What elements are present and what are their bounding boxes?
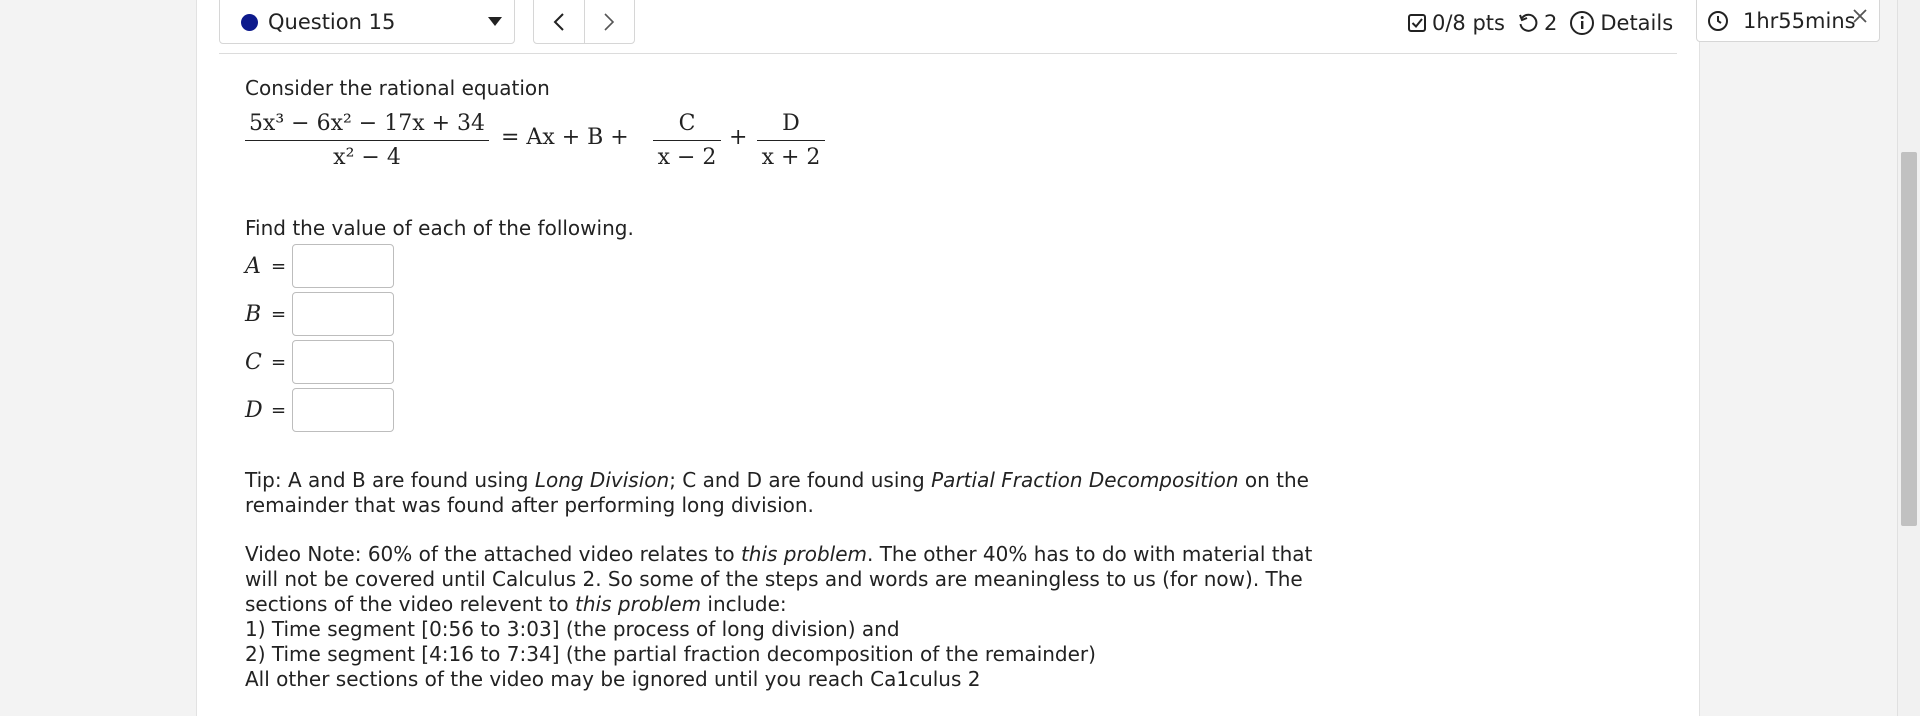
problem-intro: Consider the rational equation — [245, 76, 550, 100]
video-note: Video Note: 60% of the attached video re… — [245, 542, 1315, 692]
answer-var-label: A — [245, 253, 261, 279]
question-status-dot — [241, 13, 258, 31]
d-numerator: D — [782, 111, 800, 136]
previous-question-button[interactable] — [534, 0, 584, 43]
points-indicator: 0/8 pts — [1407, 11, 1505, 35]
question-select[interactable]: Question 15 — [219, 0, 515, 44]
exam-timer: 1hr55mins — [1696, 0, 1880, 42]
retry-icon — [1519, 13, 1538, 32]
find-text: Find the value of each of the following. — [245, 216, 634, 240]
details-button[interactable]: Details — [1569, 10, 1673, 36]
question-body: Consider the rational equation 5x³ − 6x²… — [245, 76, 1315, 691]
answer-row-a: A = — [245, 242, 395, 290]
equation-middle: = Ax + B + — [501, 125, 629, 150]
answer-row-b: B = — [245, 290, 395, 338]
equation-plus: + — [729, 125, 748, 150]
question-label: Question 15 — [268, 10, 396, 34]
question-page: Question 15 0/8 pts 2 Details Consider t… — [196, 0, 1700, 716]
info-icon — [1570, 11, 1595, 35]
rational-equation: 5x³ − 6x² − 17x + 34 x² − 4 = Ax + B + C… — [245, 103, 1315, 183]
answer-b-input[interactable] — [292, 292, 395, 336]
close-icon[interactable] — [1851, 7, 1869, 25]
video-segment-1: 1) Time segment [0:56 to 3:03] (the proc… — [245, 617, 900, 641]
checkbox-icon — [1408, 14, 1426, 32]
lhs-fraction: 5x³ − 6x² − 17x + 34 x² − 4 — [245, 111, 489, 170]
video-segment-2: 2) Time segment [4:16 to 7:34] (the part… — [245, 642, 1096, 666]
timer-text: 1hr55mins — [1743, 9, 1856, 33]
answer-d-input[interactable] — [292, 388, 395, 432]
next-question-button[interactable] — [583, 0, 635, 43]
points-text: 0/8 pts — [1432, 11, 1505, 35]
answer-row-d: D = — [245, 386, 395, 434]
clock-icon — [1708, 11, 1728, 31]
c-numerator: C — [678, 111, 696, 136]
answer-var-label: C — [245, 349, 262, 375]
lhs-denominator: x² − 4 — [333, 145, 401, 170]
caret-down-icon — [488, 17, 502, 26]
d-denominator: x + 2 — [761, 145, 821, 170]
answer-var-label: D — [245, 397, 263, 423]
lhs-numerator: 5x³ − 6x² − 17x + 34 — [248, 111, 486, 136]
attempts-indicator: 2 — [1517, 11, 1557, 35]
answer-row-c: C = — [245, 338, 395, 386]
question-nav — [533, 0, 635, 44]
c-denominator: x − 2 — [657, 145, 717, 170]
answer-a-input[interactable] — [292, 244, 395, 288]
attempts-text: 2 — [1543, 11, 1558, 35]
details-label: Details — [1600, 11, 1674, 35]
chevron-left-icon — [553, 13, 564, 31]
scrollbar-thumb[interactable] — [1901, 152, 1917, 526]
question-toolbar: Question 15 0/8 pts 2 Details — [197, 0, 1699, 54]
c-fraction: C x − 2 — [653, 111, 721, 170]
d-fraction: D x + 2 — [757, 111, 825, 170]
page-scrollbar[interactable] — [1897, 0, 1920, 716]
answer-c-input[interactable] — [292, 340, 395, 384]
chevron-right-icon — [604, 13, 615, 31]
toolbar-divider — [219, 53, 1677, 54]
answer-var-label: B — [245, 301, 262, 327]
video-ignore-note: All other sections of the video may be i… — [245, 667, 981, 691]
tip-paragraph: Tip: A and B are found using Long Divisi… — [245, 468, 1309, 517]
question-status: 0/8 pts 2 Details — [1407, 8, 1685, 38]
